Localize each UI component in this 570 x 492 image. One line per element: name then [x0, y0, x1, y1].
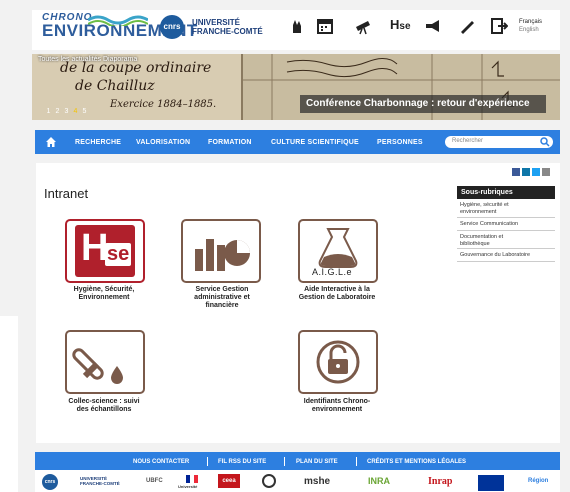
cnrs-logo[interactable]: cnrs: [160, 15, 184, 39]
finance-chart-icon[interactable]: [181, 219, 261, 283]
logout-icon[interactable]: [490, 17, 508, 35]
sidebar-item-communication[interactable]: Service Communication: [460, 221, 552, 228]
nav-valorisation[interactable]: VALORISATION: [136, 139, 190, 146]
card-label-line: Aide Interactive à la: [304, 286, 370, 293]
sidebar-item-documentation[interactable]: Documentation et bibliothèque: [460, 234, 552, 247]
sidebar-item-label: environnement: [460, 208, 497, 215]
logo-wave-icon: [88, 15, 148, 26]
sidebar-item-label: Gouvernance du Laboratoire: [460, 252, 531, 258]
footer-credits-link[interactable]: CRÉDITS ET MENTIONS LÉGALES: [367, 459, 466, 465]
partner-region-logo[interactable]: Région: [528, 478, 548, 484]
nav-personnes[interactable]: PERSONNES: [377, 139, 423, 146]
university-logo[interactable]: UNIVERSITÉ FRANCHE-COMTÉ: [192, 18, 263, 36]
partner-inrap-logo[interactable]: Inrap: [428, 476, 452, 487]
card-label-identifiants[interactable]: Identifiants Chrono- environnement: [281, 398, 393, 414]
home-icon[interactable]: [45, 136, 57, 148]
language-switch[interactable]: Français English: [519, 18, 542, 34]
partner-ufc-logo[interactable]: UNIVERSITÉ FRANCHE-COMTÉ: [80, 476, 128, 486]
left-gutter: [0, 316, 18, 492]
divider: [207, 457, 208, 466]
manuscript-line2: de Chailluz: [75, 78, 155, 94]
page-title: Intranet: [44, 186, 89, 201]
pager-5[interactable]: 5: [80, 108, 89, 115]
nav-formation[interactable]: FORMATION: [208, 139, 252, 146]
lang-en[interactable]: English: [519, 26, 542, 34]
identifiants-icon[interactable]: [298, 330, 378, 394]
pager-2[interactable]: 2: [53, 108, 62, 115]
partner-ceea-logo[interactable]: ceea: [218, 474, 240, 488]
bar-chart-icon: [195, 239, 250, 271]
card-label-line: Hygiène, Sécurité,: [73, 286, 135, 293]
sidebar-item-label: bibliothèque: [460, 240, 490, 247]
telescope-icon[interactable]: [354, 17, 372, 35]
partner-ministry-logo[interactable]: [186, 475, 198, 483]
nav-culture-scientifique[interactable]: CULTURE SCIENTIFIQUE: [271, 139, 359, 146]
hand-icon[interactable]: [288, 17, 306, 35]
card-label-line: Collec-science : suivi: [68, 398, 140, 405]
facebook-icon[interactable]: [512, 168, 520, 176]
sidebar-item-label: Service Communication: [460, 221, 519, 227]
hse-card-icon[interactable]: H se: [65, 219, 145, 283]
card-label-line: Gestion de Laboratoire: [298, 294, 376, 301]
univ-line2: FRANCHE-COMTÉ: [192, 27, 263, 36]
search-icon[interactable]: [540, 137, 550, 147]
print-icon[interactable]: [542, 168, 550, 176]
divider: [457, 261, 555, 262]
card-label-line: des échantillons: [76, 406, 132, 413]
divider: [457, 217, 555, 218]
footer-sitemap-link[interactable]: PLAN DU SITE: [296, 459, 338, 465]
aigle-icon[interactable]: A.I.G.L.e: [298, 219, 378, 283]
footer-rss-link[interactable]: FIL RSS DU SITE: [218, 459, 266, 465]
banner-caption[interactable]: Conférence Charbonnage : retour d'expéri…: [300, 95, 546, 113]
hse-icon[interactable]: Hse: [390, 17, 411, 32]
footer-contact-link[interactable]: NOUS CONTACTER: [133, 459, 189, 465]
card-label-line: financière: [205, 302, 239, 309]
card-label-line: Identifiants Chrono-: [303, 398, 371, 405]
manuscript-line3: Exercice 1884–1885.: [110, 99, 217, 110]
banner-pager[interactable]: 12345: [44, 108, 89, 115]
partner-osu-logo[interactable]: [262, 474, 276, 488]
card-label-line: environnement: [311, 406, 363, 413]
partner-ministry-label: Université: [178, 484, 198, 489]
partner-inra-logo[interactable]: INRA: [368, 476, 390, 486]
collec-science-icon[interactable]: [65, 330, 145, 394]
card-label-line: Environnement: [78, 294, 130, 301]
card-label-line: Service Gestion: [195, 286, 249, 293]
card-label-finance[interactable]: Service Gestion administrative et financ…: [166, 286, 278, 310]
hse-letters: se: [105, 243, 132, 266]
linkedin-icon[interactable]: [522, 168, 530, 176]
test-tube-icon: [72, 348, 123, 384]
univ-line1: UNIVERSITÉ: [192, 18, 241, 27]
pen-icon[interactable]: [458, 17, 476, 35]
sidebar-item-hse[interactable]: Hygiène, sécurité et environnement: [460, 202, 552, 215]
pager-1[interactable]: 1: [44, 108, 53, 115]
divider: [284, 457, 285, 466]
megaphone-icon[interactable]: [424, 17, 442, 35]
lang-fr[interactable]: Français: [519, 18, 542, 26]
divider: [356, 457, 357, 466]
card-label-aigle[interactable]: Aide Interactive à la Gestion de Laborat…: [281, 286, 393, 302]
lock-icon: [316, 340, 360, 384]
search-placeholder: Rechercher: [452, 138, 484, 144]
pager-4[interactable]: 4: [71, 108, 80, 115]
partner-eu-flag-icon[interactable]: [478, 475, 504, 491]
divider: [457, 230, 555, 231]
banner-links[interactable]: Toutes les actualités Diaporama: [38, 56, 137, 63]
sidebar-item-gouvernance[interactable]: Gouvernance du Laboratoire: [460, 252, 552, 259]
divider: [457, 248, 555, 249]
partner-mshe-logo[interactable]: mshe: [304, 476, 330, 487]
card-label-line: administrative et: [194, 294, 250, 301]
twitter-icon[interactable]: [532, 168, 540, 176]
aigle-text: A.I.G.L.e: [312, 267, 353, 277]
nav-recherche[interactable]: RECHERCHE: [75, 139, 121, 146]
card-label-collec[interactable]: Collec-science : suivi des échantillons: [48, 398, 160, 414]
partner-cnrs-logo[interactable]: cnrs: [42, 474, 58, 490]
partner-ubfc-logo[interactable]: UBFC: [146, 478, 163, 484]
sidebar-header: Sous-rubriques: [457, 186, 555, 199]
calendar-icon[interactable]: [316, 17, 334, 35]
card-label-hse[interactable]: Hygiène, Sécurité, Environnement: [48, 286, 160, 302]
pager-3[interactable]: 3: [62, 108, 71, 115]
